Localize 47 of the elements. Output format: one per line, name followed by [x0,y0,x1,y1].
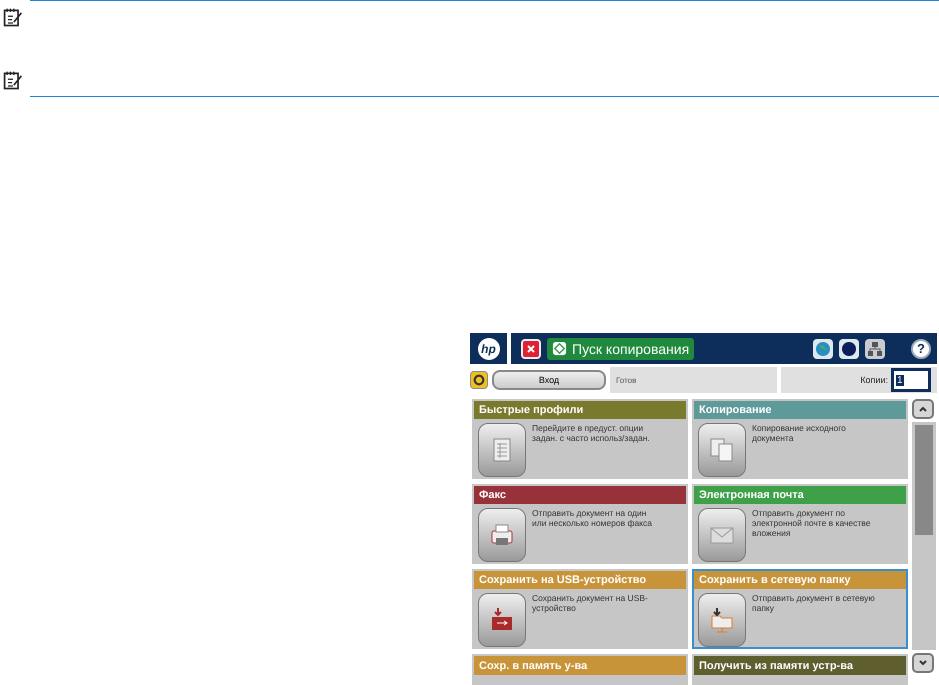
function-tile[interactable]: Сохранить на USB-устройство Сохранить документ на USB-устройство [472,569,688,649]
tile-description: Отправить документ в сетевую папку [752,593,876,616]
function-tile[interactable]: Получить из памяти устр-ва [692,654,908,685]
tile-description: Копирование исходного документа [752,423,847,446]
usb-icon [478,593,526,647]
tile-header: Получить из памяти устр-ва [694,656,906,675]
network-icon[interactable] [865,338,885,358]
notepad-icon [2,6,24,28]
tile-description: Отправить документ на один или несколько номеров факса [532,508,653,530]
tile-description: Отправить документ по электронной почте в качестве вложения [752,508,872,540]
function-tile[interactable]: Электронная почта Отправить документ по электронной почте в качестве вложения [692,484,908,564]
function-tile[interactable]: Факс Отправить документ на один или несколько номеров факса [472,484,688,564]
sign-in-button[interactable]: Вход [492,370,606,390]
copy-icon [698,423,746,477]
function-tile[interactable]: Копирование Копирование исходного документа [692,399,908,479]
start-copy-button[interactable]: Пуск копирования [547,338,694,360]
tile-description: Перейдите в предуст. опции задан. с часто использ/задан. [532,423,651,446]
status-text: Готов [610,367,777,393]
function-tile[interactable]: Быстрые профили Перейдите в предуст. опции задан. с часто использ/задан. [472,399,688,479]
tile-header: Электронная почта [694,486,906,504]
tile-header: Сохранить в сетевую папку [694,571,906,589]
profiles-icon [478,423,526,477]
copies-field[interactable]: 1 [891,368,931,392]
globe-icon[interactable] [813,338,833,358]
home-button[interactable] [470,371,488,389]
tile-header: Копирование [694,401,906,419]
chevron-up-icon [918,404,928,414]
tile-header: Сохранить на USB-устройство [474,571,686,589]
tile-header: Факс [474,486,686,504]
help-button[interactable]: ? [911,338,931,358]
scroll-down-button[interactable] [912,653,934,673]
tile-header: Быстрые профили [474,401,686,419]
scroll-up-button[interactable] [912,399,934,419]
tile-header: Сохр. в память у-ва [474,656,686,675]
function-tile[interactable]: Сохранить в сетевую папку Отправить документ в сетевую папку [692,569,908,649]
close-icon [526,344,536,354]
tile-description: Сохранить документ на USB-устройство [532,593,649,616]
copies-label: Копии: [860,375,888,385]
chevron-down-icon [918,658,928,668]
stop-button[interactable] [521,338,541,358]
notepad-icon [2,70,24,90]
scrollbar-thumb[interactable] [915,425,933,535]
logo: hp [478,338,500,360]
folder-icon [698,593,746,647]
fax-icon [478,508,526,562]
diamond-icon [552,341,567,356]
email-icon [698,508,746,562]
